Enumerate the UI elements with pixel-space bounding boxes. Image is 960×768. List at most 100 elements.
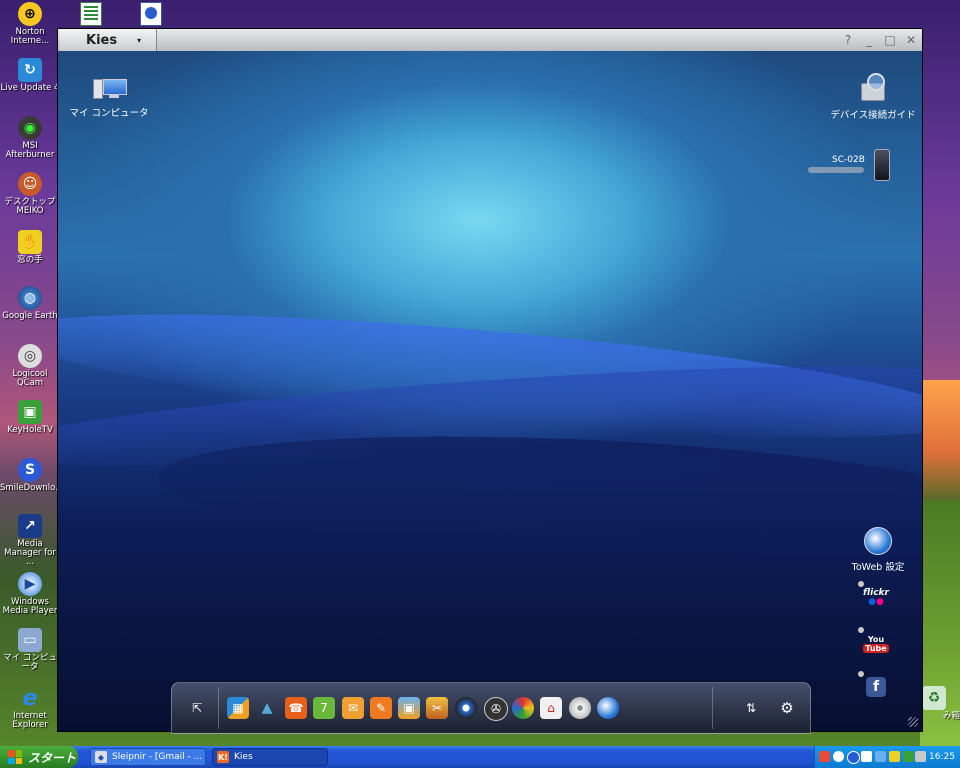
minimize-button[interactable]: _ xyxy=(861,32,877,48)
computer-icon: ▭ xyxy=(18,628,42,652)
desktop-icon-google-earth[interactable]: ◍ Google Earth xyxy=(0,286,60,321)
taskbar: スタート ◆ Sleipnir - [Gmail - ... K! Kies 1… xyxy=(0,746,960,768)
youtube-logo-bottom: Tube xyxy=(863,644,889,653)
kies-menu-tab[interactable]: Kies ▾ xyxy=(60,29,157,51)
youtube-logo-top: You xyxy=(867,635,885,644)
tray-info-icon[interactable] xyxy=(847,751,860,764)
dock-separator xyxy=(712,687,713,729)
windows-logo-icon xyxy=(8,750,22,764)
start-label: スタート xyxy=(28,750,77,765)
media-player-icon: ▶ xyxy=(18,572,42,596)
kies-title: Kies xyxy=(86,32,118,48)
kies-titlebar[interactable]: Kies ▾ ? _ □ ✕ xyxy=(58,29,922,51)
facebook-button[interactable]: f xyxy=(866,677,886,697)
desktop-icon-meiko[interactable]: ☺ デスクトップ MEIKO xyxy=(0,172,60,216)
device-name: SC-02B xyxy=(832,155,865,165)
meiko-icon: ☺ xyxy=(18,172,42,196)
desktop-icon-media-manager[interactable]: ↗ Media Manager for ... xyxy=(0,514,60,567)
dock-separator xyxy=(218,687,219,729)
my-computer-shortcut[interactable]: マイ コンピュータ xyxy=(64,77,154,119)
flickr-button[interactable]: flickr ●● xyxy=(863,587,889,607)
toweb-label: ToWeb 設定 xyxy=(851,562,905,573)
export-icon[interactable]: ⇱ xyxy=(186,697,208,719)
youtube-button[interactable]: You Tube xyxy=(863,631,889,657)
apps-icon[interactable]: ▦ xyxy=(227,697,249,719)
my-computer-label: マイ コンピュータ xyxy=(69,108,149,119)
desktop-icon-ie[interactable]: e Internet Explorer xyxy=(0,686,60,730)
afterburner-icon: ◉ xyxy=(18,116,42,140)
computer-icon xyxy=(93,77,127,99)
kies-main-area: マイ コンピュータ デバイス接続ガイド SC-02B ToWeb 設定 flic… xyxy=(58,51,922,731)
tray-network-icon[interactable] xyxy=(861,751,872,762)
kies-dock: ⇱ ▦ ▲ ☎ 7 ✉ ✎ ▣ ✂ ✇ ⌂ ⇅ ⚙ xyxy=(171,682,811,734)
disc-icon[interactable] xyxy=(569,697,591,719)
device-guide-label: デバイス接続ガイド xyxy=(830,110,916,121)
smile-s-icon: S xyxy=(18,458,42,482)
device-serial-blurred xyxy=(808,167,864,173)
facebook-status-dot xyxy=(858,671,864,677)
email-icon[interactable]: ✉ xyxy=(342,697,364,719)
desktop-icon-keyholetv[interactable]: ▣ KeyHoleTV xyxy=(0,400,60,435)
maximize-button[interactable]: □ xyxy=(882,32,898,48)
desktop-icon-live-update[interactable]: ↻ Live Update 4 xyxy=(0,58,60,93)
globe-icon[interactable] xyxy=(597,697,619,719)
desktop-icon-msi-afterburner[interactable]: ◉ MSI Afterburner xyxy=(0,116,60,160)
resize-grip-icon[interactable] xyxy=(908,717,918,727)
handshake-icon: ✋ xyxy=(18,230,42,254)
webcam-icon: ◎ xyxy=(18,344,42,368)
tray-app-icon[interactable] xyxy=(819,751,830,762)
sleipnir-icon: ◆ xyxy=(95,751,107,763)
system-tray: 16:25 xyxy=(814,746,960,768)
globe-gear-icon xyxy=(864,527,892,555)
device-connection-guide[interactable]: デバイス接続ガイド xyxy=(824,73,922,121)
kies-window[interactable]: Kies ▾ ? _ □ ✕ マイ コンピュータ デバイス接続ガイド SC-02… xyxy=(57,28,923,734)
recycle-bin-icon: ♻ xyxy=(922,686,946,710)
youtube-status-dot xyxy=(858,627,864,633)
start-button[interactable]: スタート xyxy=(0,746,78,768)
chevron-down-icon[interactable]: ▾ xyxy=(137,36,141,45)
desktop-icon-smiledownloader[interactable]: S SmileDownlo... xyxy=(0,458,63,493)
phone-icon[interactable]: ☎ xyxy=(285,697,307,719)
help-button[interactable]: ? xyxy=(840,32,856,48)
sync-icon[interactable]: ⇅ xyxy=(740,697,762,719)
taskbar-task-kies[interactable]: K! Kies xyxy=(212,748,328,766)
task-label: Kies xyxy=(234,752,253,762)
media-manager-icon: ↗ xyxy=(18,514,42,538)
settings-icon[interactable]: ⚙ xyxy=(776,697,798,719)
tray-back-icon[interactable] xyxy=(833,751,844,762)
desktop-icon-my-computer[interactable]: ▭ マイ コンピュータ xyxy=(0,628,60,672)
kies-app-icon: K! xyxy=(217,751,229,763)
excel-file-icon[interactable] xyxy=(80,2,102,26)
close-button[interactable]: ✕ xyxy=(903,32,919,48)
desktop-icon-qcam[interactable]: ◎ Logicool QCam xyxy=(0,344,60,388)
desktop-icon-madonote[interactable]: ✋ 窓の手 xyxy=(0,230,60,265)
memo-icon[interactable]: ✎ xyxy=(370,697,392,719)
live-update-icon: ↻ xyxy=(18,58,42,82)
facebook-icon: f xyxy=(872,679,880,695)
store-icon[interactable]: ⌂ xyxy=(540,697,562,719)
toweb-settings[interactable]: ToWeb 設定 xyxy=(846,527,910,573)
wallpaper-sunset xyxy=(920,380,960,500)
taskbar-task-sleipnir[interactable]: ◆ Sleipnir - [Gmail - ... xyxy=(90,748,206,766)
globe-icon: ◍ xyxy=(18,286,42,310)
document-file-icon[interactable] xyxy=(140,2,162,26)
tray-security-icon[interactable] xyxy=(903,751,914,762)
magnifier-device-icon xyxy=(859,73,887,101)
tray-bluetooth-icon[interactable] xyxy=(875,751,886,762)
photo-edit-icon[interactable]: ✂ xyxy=(426,697,448,719)
clock[interactable]: 16:25 xyxy=(929,746,955,768)
desktop-icon-wmp[interactable]: ▶ Windows Media Player xyxy=(0,572,60,616)
tree-icon[interactable]: ▲ xyxy=(256,697,278,719)
calendar-day: 7 xyxy=(320,701,328,715)
calendar-icon[interactable]: 7 xyxy=(313,697,335,719)
music-icon[interactable] xyxy=(455,697,477,719)
norton-icon: ⊕ xyxy=(18,2,42,26)
tray-volume-icon[interactable] xyxy=(915,751,926,762)
photo-icon[interactable]: ▣ xyxy=(398,697,420,719)
video-icon[interactable]: ✇ xyxy=(484,697,508,721)
tv-icon: ▣ xyxy=(18,400,42,424)
podcast-icon[interactable] xyxy=(512,697,534,719)
desktop-icon-norton[interactable]: ⊕ Norton Interne... xyxy=(0,2,60,46)
task-label: Sleipnir - [Gmail - ... xyxy=(112,752,203,762)
tray-update-icon[interactable] xyxy=(889,751,900,762)
